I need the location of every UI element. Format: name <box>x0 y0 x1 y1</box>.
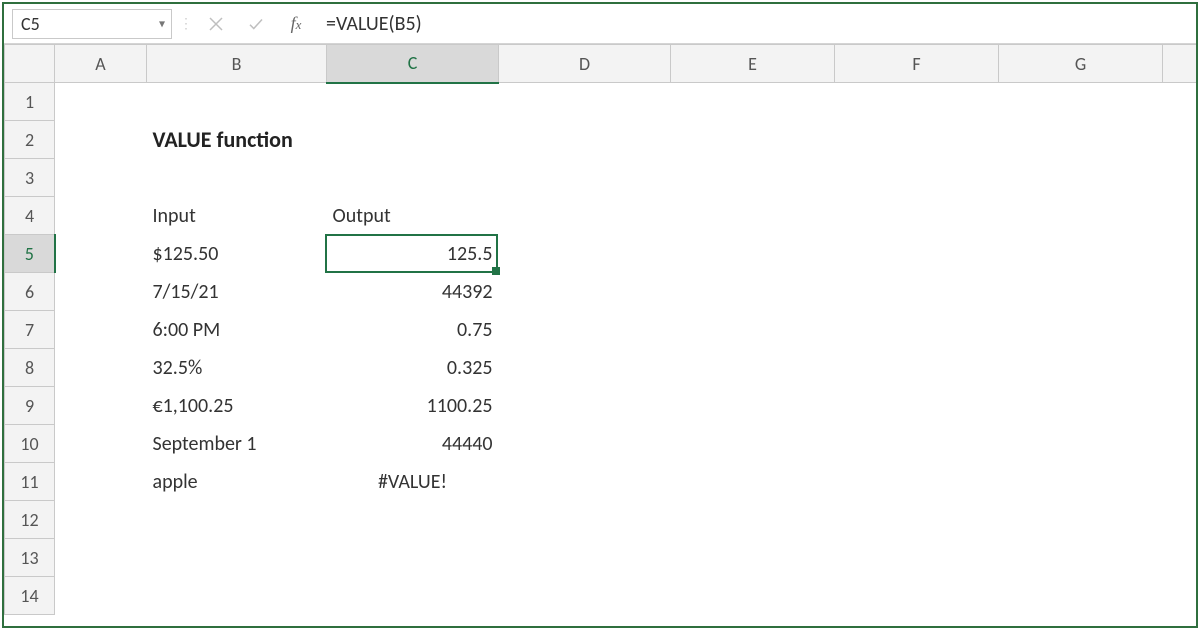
header-output: Output <box>327 197 499 235</box>
formula-bar: C5 ▾ ⋮ fx =VALUE(B5) <box>4 4 1196 44</box>
header-input: Input <box>147 197 327 235</box>
cell-C11[interactable]: #VALUE! <box>327 463 499 501</box>
col-header-H[interactable]: H <box>1163 45 1197 83</box>
cell-C5[interactable]: 125.5 <box>327 235 499 273</box>
name-box-value: C5 <box>21 13 40 35</box>
name-box[interactable]: C5 ▾ <box>12 9 172 39</box>
enter-formula-button[interactable] <box>236 4 276 44</box>
cell-B11[interactable]: apple <box>147 463 327 501</box>
cell-B8[interactable]: 32.5% <box>147 349 327 387</box>
row-header-2[interactable]: 2 <box>5 121 55 159</box>
row-header-6[interactable]: 6 <box>5 273 55 311</box>
formula-input[interactable]: =VALUE(B5) <box>316 9 1196 39</box>
row-header-8[interactable]: 8 <box>5 349 55 387</box>
cell-C4[interactable]: Output <box>327 197 499 235</box>
table-row: 11 apple #VALUE! <box>5 463 1197 501</box>
col-header-C[interactable]: C <box>327 45 499 83</box>
column-header-row: A B C D E F G H <box>5 45 1197 83</box>
cell-B7[interactable]: 6:00 PM <box>147 311 327 349</box>
cell-B4[interactable]: Input <box>147 197 327 235</box>
name-box-dropdown-icon[interactable]: ▾ <box>159 16 165 31</box>
cell-C9[interactable]: 1100.25 <box>327 387 499 425</box>
table-row: 5 $125.50 125.5 <box>5 235 1197 273</box>
row-header-9[interactable]: 9 <box>5 387 55 425</box>
row-header-4[interactable]: 4 <box>5 197 55 235</box>
row-header-11[interactable]: 11 <box>5 463 55 501</box>
table-row: 8 32.5% 0.325 <box>5 349 1197 387</box>
cell-C7[interactable]: 0.75 <box>327 311 499 349</box>
table-row: 7 6:00 PM 0.75 <box>5 311 1197 349</box>
cell-B9[interactable]: €1,100.25 <box>147 387 327 425</box>
col-header-G[interactable]: G <box>999 45 1163 83</box>
col-header-A[interactable]: A <box>55 45 147 83</box>
row-header-1[interactable]: 1 <box>5 83 55 121</box>
row-header-7[interactable]: 7 <box>5 311 55 349</box>
table-header-row: 4 Input Output <box>5 197 1197 235</box>
page-title: VALUE function <box>147 121 499 159</box>
col-header-D[interactable]: D <box>499 45 671 83</box>
select-all-corner[interactable] <box>5 45 55 83</box>
cell-C10[interactable]: 44440 <box>327 425 499 463</box>
col-header-E[interactable]: E <box>671 45 835 83</box>
cell-B5[interactable]: $125.50 <box>147 235 327 273</box>
row-header-10[interactable]: 10 <box>5 425 55 463</box>
x-icon <box>207 15 225 33</box>
row-header-3[interactable]: 3 <box>5 159 55 197</box>
table-row: 10 September 1 44440 <box>5 425 1197 463</box>
cancel-formula-button[interactable] <box>196 4 236 44</box>
col-header-B[interactable]: B <box>147 45 327 83</box>
cell-B2[interactable]: VALUE function <box>147 121 499 159</box>
insert-function-button[interactable]: fx <box>276 4 316 44</box>
row-header-5[interactable]: 5 <box>5 235 55 273</box>
cell-C6[interactable]: 44392 <box>327 273 499 311</box>
table-row: 9 €1,100.25 1100.25 <box>5 387 1197 425</box>
table-row: 6 7/15/21 44392 <box>5 273 1197 311</box>
fx-icon: fx <box>291 13 302 34</box>
cell-B10[interactable]: September 1 <box>147 425 327 463</box>
separator-dots-icon: ⋮ <box>176 15 196 32</box>
row-header-12[interactable]: 12 <box>5 501 55 539</box>
row-header-14[interactable]: 14 <box>5 577 55 615</box>
col-header-F[interactable]: F <box>835 45 999 83</box>
row-header-13[interactable]: 13 <box>5 539 55 577</box>
cell-C8[interactable]: 0.325 <box>327 349 499 387</box>
formula-value: =VALUE(B5) <box>326 12 422 36</box>
check-icon <box>247 15 265 33</box>
worksheet-grid[interactable]: A B C D E F G H 1 2 VALUE function 3 4 I… <box>4 44 1196 626</box>
cell-B6[interactable]: 7/15/21 <box>147 273 327 311</box>
